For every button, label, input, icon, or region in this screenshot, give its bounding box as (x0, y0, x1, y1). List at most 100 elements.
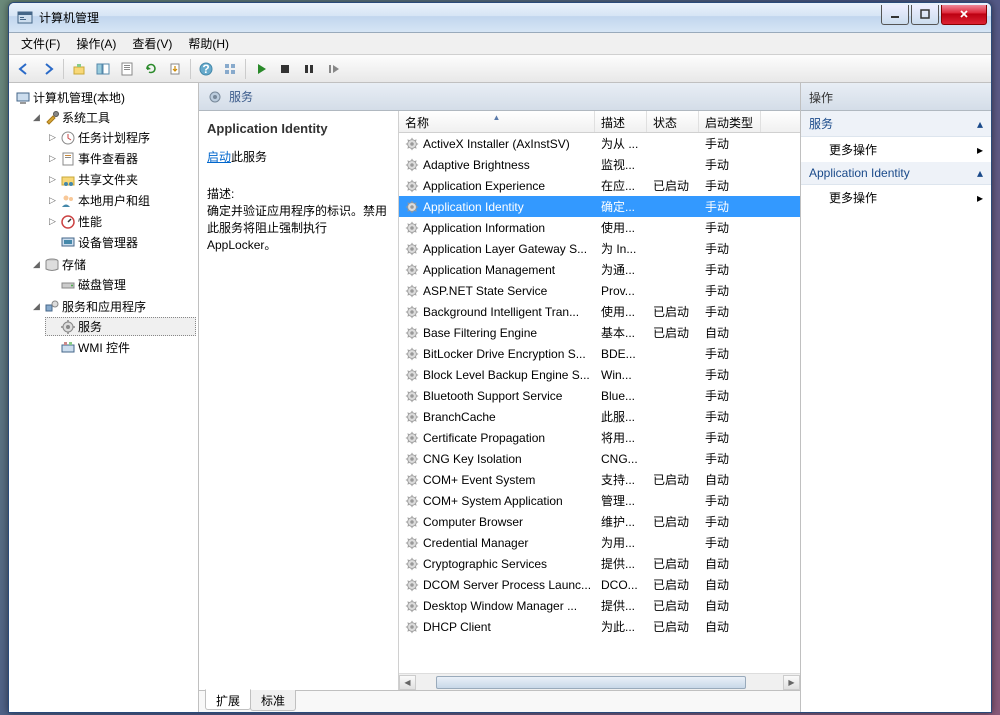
help-button[interactable]: ? (195, 58, 217, 80)
service-list: 名称▲ 描述 状态 启动类型 ActiveX Installer (AxInst… (399, 111, 800, 690)
titlebar[interactable]: 计算机管理 (9, 3, 991, 33)
service-row[interactable]: Adaptive Brightness监视...手动 (399, 154, 800, 175)
service-row[interactable]: BitLocker Drive Encryption S...BDE...手动 (399, 343, 800, 364)
service-row[interactable]: ActiveX Installer (AxInstSV)为从 ...手动 (399, 133, 800, 154)
tree-disk-mgmt[interactable]: 磁盘管理 (45, 275, 196, 294)
service-detail: Application Identity 启动此服务 描述: 确定并验证应用程序… (199, 111, 399, 690)
tree-services-apps[interactable]: ◢服务和应用程序 (29, 297, 196, 316)
expand-icon[interactable]: ▷ (47, 132, 58, 143)
minimize-button[interactable] (881, 5, 909, 25)
service-row[interactable]: Application Layer Gateway S...为 In...手动 (399, 238, 800, 259)
service-row[interactable]: Background Intelligent Tran...使用...已启动手动 (399, 301, 800, 322)
service-row[interactable]: COM+ System Application管理...手动 (399, 490, 800, 511)
tab-extended[interactable]: 扩展 (205, 689, 251, 710)
list-rows[interactable]: ActiveX Installer (AxInstSV)为从 ...手动Adap… (399, 133, 800, 673)
expand-icon[interactable]: ▷ (47, 216, 58, 227)
column-headers[interactable]: 名称▲ 描述 状态 启动类型 (399, 111, 800, 133)
collapse-icon[interactable]: ◢ (31, 301, 42, 312)
tree-task-scheduler[interactable]: ▷任务计划程序 (45, 128, 196, 147)
expand-icon[interactable]: ▷ (47, 195, 58, 206)
col-status[interactable]: 状态 (647, 111, 699, 132)
menu-help[interactable]: 帮助(H) (180, 33, 237, 54)
tree-wmi[interactable]: WMI 控件 (45, 338, 196, 357)
service-row[interactable]: Certificate Propagation将用...手动 (399, 427, 800, 448)
scroll-right-button[interactable]: ▶ (783, 675, 800, 690)
service-row[interactable]: BranchCache此服...手动 (399, 406, 800, 427)
collapse-icon[interactable]: ◢ (31, 112, 42, 123)
actions-group-selected[interactable]: Application Identity▴ (801, 162, 991, 185)
service-row[interactable]: Credential Manager为用...手动 (399, 532, 800, 553)
up-button[interactable] (68, 58, 90, 80)
actions-header: 操作 (801, 83, 991, 111)
show-hide-tree-button[interactable] (92, 58, 114, 80)
forward-button[interactable] (37, 58, 59, 80)
tools-icon (44, 110, 60, 126)
navigation-tree[interactable]: 计算机管理(本地) ◢系统工具 ▷任务计划程序 ▷事件查看器 ▷共享文件夹 ▷本… (9, 83, 199, 712)
bottom-tabs: 扩展 标准 (199, 690, 800, 712)
tree-storage[interactable]: ◢存储 (29, 255, 196, 274)
collapse-icon[interactable]: ◢ (31, 259, 42, 270)
service-row[interactable]: Cryptographic Services提供...已启动自动 (399, 553, 800, 574)
service-row[interactable]: CNG Key IsolationCNG...手动 (399, 448, 800, 469)
service-row[interactable]: Desktop Window Manager ...提供...已启动自动 (399, 595, 800, 616)
stop-button[interactable] (274, 58, 296, 80)
scroll-left-button[interactable]: ◀ (399, 675, 416, 690)
expand-icon[interactable]: ▷ (47, 153, 58, 164)
play-button[interactable] (250, 58, 272, 80)
actions-group-services[interactable]: 服务▴ (801, 111, 991, 137)
export-button[interactable] (164, 58, 186, 80)
tree-shared-folders[interactable]: ▷共享文件夹 (45, 170, 196, 189)
start-service-link[interactable]: 启动 (207, 150, 231, 164)
service-row[interactable]: Application Information使用...手动 (399, 217, 800, 238)
col-start[interactable]: 启动类型 (699, 111, 761, 132)
service-row[interactable]: DHCP Client为此...已启动自动 (399, 616, 800, 637)
event-icon (60, 151, 76, 167)
menu-file[interactable]: 文件(F) (13, 33, 68, 54)
toolbar-btn-9[interactable] (219, 58, 241, 80)
restart-button[interactable] (322, 58, 344, 80)
menu-action[interactable]: 操作(A) (68, 33, 124, 54)
service-row[interactable]: Block Level Backup Engine S...Win...手动 (399, 364, 800, 385)
expand-icon[interactable]: ▷ (47, 174, 58, 185)
tree-system-tools[interactable]: ◢系统工具 (29, 108, 196, 127)
actions-pane: 操作 服务▴ 更多操作▸ Application Identity▴ 更多操作▸ (801, 83, 991, 712)
window-title: 计算机管理 (39, 9, 881, 26)
selected-service-title: Application Identity (207, 121, 390, 136)
service-row[interactable]: Computer Browser维护...已启动手动 (399, 511, 800, 532)
horizontal-scrollbar[interactable]: ◀ ▶ (399, 673, 800, 690)
properties-button[interactable] (116, 58, 138, 80)
tree-event-viewer[interactable]: ▷事件查看器 (45, 149, 196, 168)
back-button[interactable] (13, 58, 35, 80)
chevron-right-icon: ▸ (977, 143, 983, 157)
actions-more-1[interactable]: 更多操作▸ (801, 137, 991, 162)
wmi-icon (60, 340, 76, 356)
actions-more-2[interactable]: 更多操作▸ (801, 185, 991, 210)
service-row[interactable]: Application Experience在应...已启动手动 (399, 175, 800, 196)
tab-standard[interactable]: 标准 (250, 690, 296, 711)
tree-local-users[interactable]: ▷本地用户和组 (45, 191, 196, 210)
refresh-button[interactable] (140, 58, 162, 80)
description-label: 描述: (207, 185, 390, 202)
tree-services[interactable]: 服务 (45, 317, 196, 336)
service-row[interactable]: DCOM Server Process Launc...DCO...已启动自动 (399, 574, 800, 595)
service-row[interactable]: Bluetooth Support ServiceBlue...手动 (399, 385, 800, 406)
sort-asc-icon: ▲ (493, 113, 501, 122)
close-button[interactable] (941, 5, 987, 25)
service-row[interactable]: Application Identity确定...手动 (399, 196, 800, 217)
toolbar: ? (9, 55, 991, 83)
tree-performance[interactable]: ▷性能 (45, 212, 196, 231)
tree-root[interactable]: 计算机管理(本地) (13, 88, 196, 107)
service-row[interactable]: Base Filtering Engine基本...已启动自动 (399, 322, 800, 343)
service-row[interactable]: ASP.NET State ServiceProv...手动 (399, 280, 800, 301)
folder-share-icon (60, 172, 76, 188)
scroll-thumb[interactable] (436, 676, 746, 689)
tree-device-manager[interactable]: 设备管理器 (45, 233, 196, 252)
service-row[interactable]: Application Management为通...手动 (399, 259, 800, 280)
col-desc[interactable]: 描述 (595, 111, 647, 132)
pause-button[interactable] (298, 58, 320, 80)
menu-view[interactable]: 查看(V) (124, 33, 180, 54)
service-row[interactable]: COM+ Event System支持...已启动自动 (399, 469, 800, 490)
col-name[interactable]: 名称▲ (399, 111, 595, 132)
maximize-button[interactable] (911, 5, 939, 25)
main-pane: 服务 Application Identity 启动此服务 描述: 确定并验证应… (199, 83, 801, 712)
